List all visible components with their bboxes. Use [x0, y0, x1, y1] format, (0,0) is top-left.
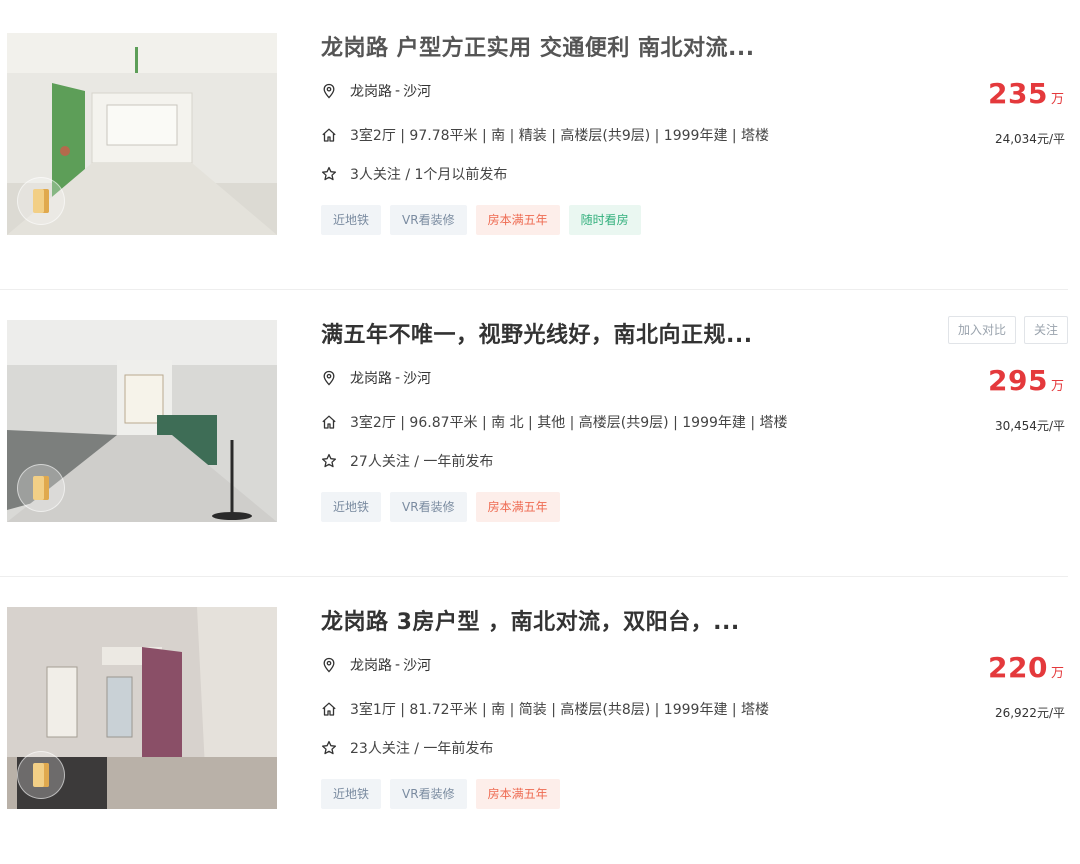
listing-info-text: 3室1厅 | 81.72平米 | 南 | 简装 | 高楼层(共8层) | 199…	[350, 702, 770, 718]
location-district-link[interactable]: 沙河	[403, 655, 431, 675]
location-pin-icon	[323, 657, 335, 673]
listing-photo[interactable]	[7, 320, 277, 522]
tag-near-subway: 近地铁	[321, 205, 382, 235]
listing-info-text: 3室2厅 | 97.78平米 | 南 | 精装 | 高楼层(共9层) | 199…	[350, 128, 770, 144]
listing-card: 满五年不唯一，视野光线好，南北向正规... 加入对比 关注 龙岗路 - 沙河 3…	[0, 287, 1080, 577]
listing-follow-text: 27人关注 / 一年前发布	[350, 454, 494, 470]
house-icon	[322, 702, 336, 716]
location-district-link[interactable]: 沙河	[403, 368, 431, 388]
location-area-link[interactable]: 龙岗路	[350, 655, 392, 675]
total-price: 220 万	[988, 651, 1064, 684]
star-icon	[321, 166, 337, 181]
unit-price: 24,034元/平	[994, 132, 1065, 146]
tag-five-years: 房本满五年	[475, 492, 560, 522]
tag-five-years: 房本满五年	[475, 779, 560, 809]
star-icon	[321, 740, 337, 755]
tag-vr-decoration: VR看装修	[390, 205, 467, 235]
vr-badge-icon[interactable]	[17, 177, 65, 225]
listing-follow-text: 23人关注 / 一年前发布	[350, 741, 494, 757]
listing-card: 龙岗路 3房户型 ，南北对流，双阳台，... 龙岗路 - 沙河 3室1厅 | 8…	[0, 574, 1080, 864]
listing-tags: 近地铁 VR看装修 房本满五年	[321, 779, 560, 809]
location-separator: -	[395, 370, 401, 386]
listing-photo[interactable]	[7, 33, 277, 235]
listing-info-text: 3室2厅 | 96.87平米 | 南 北 | 其他 | 高楼层(共9层) | 1…	[350, 415, 788, 431]
tag-near-subway: 近地铁	[321, 492, 382, 522]
total-price: 295 万	[988, 364, 1064, 397]
listing-location: 龙岗路 - 沙河	[321, 81, 431, 101]
total-price-unit: 万	[1050, 666, 1064, 681]
listing-location: 龙岗路 - 沙河	[321, 655, 431, 675]
listing-card: 龙岗路 户型方正实用 交通便利 南北对流... 龙岗路 - 沙河 3室2厅 | …	[0, 0, 1080, 290]
vr-badge-icon[interactable]	[17, 751, 65, 799]
listing-tags: 近地铁 VR看装修 房本满五年	[321, 492, 560, 522]
vr-badge-icon[interactable]	[17, 464, 65, 512]
listing-actions: 加入对比 关注	[947, 316, 1068, 344]
follow-button[interactable]: 关注	[1023, 316, 1068, 344]
listing-follow: 27人关注 / 一年前发布	[321, 451, 493, 471]
location-district-link[interactable]: 沙河	[403, 81, 431, 101]
total-price-unit: 万	[1050, 379, 1064, 394]
location-area-link[interactable]: 龙岗路	[350, 368, 392, 388]
house-icon	[322, 415, 336, 429]
listing-location: 龙岗路 - 沙河	[321, 368, 431, 388]
listing-info: 3室2厅 | 97.78平米 | 南 | 精装 | 高楼层(共9层) | 199…	[321, 125, 769, 145]
tag-five-years: 房本满五年	[475, 205, 560, 235]
total-price-value: 220	[988, 651, 1048, 684]
house-icon	[322, 128, 336, 142]
listing-info: 3室2厅 | 96.87平米 | 南 北 | 其他 | 高楼层(共9层) | 1…	[321, 412, 788, 432]
tag-vr-decoration: VR看装修	[390, 779, 467, 809]
listing-follow-text: 3人关注 / 1个月以前发布	[350, 167, 508, 183]
listing-follow: 3人关注 / 1个月以前发布	[321, 164, 507, 184]
total-price-value: 235	[988, 77, 1048, 110]
total-price-value: 295	[988, 364, 1048, 397]
total-price-unit: 万	[1050, 92, 1064, 107]
location-pin-icon	[323, 370, 335, 386]
location-separator: -	[395, 657, 401, 673]
listing-follow: 23人关注 / 一年前发布	[321, 738, 493, 758]
unit-price: 30,454元/平	[994, 419, 1065, 433]
location-area-link[interactable]: 龙岗路	[350, 81, 392, 101]
listing-tags: 近地铁 VR看装修 房本满五年 随时看房	[321, 205, 641, 235]
listing-title[interactable]: 龙岗路 户型方正实用 交通便利 南北对流...	[321, 30, 755, 62]
tag-near-subway: 近地铁	[321, 779, 382, 809]
listing-title[interactable]: 龙岗路 3房户型 ，南北对流，双阳台，...	[321, 604, 740, 636]
tag-vr-decoration: VR看装修	[390, 492, 467, 522]
unit-price: 26,922元/平	[994, 706, 1065, 720]
tag-anytime-viewing: 随时看房	[568, 205, 641, 235]
location-pin-icon	[323, 83, 335, 99]
listing-info: 3室1厅 | 81.72平米 | 南 | 简装 | 高楼层(共8层) | 199…	[321, 699, 769, 719]
listing-title[interactable]: 满五年不唯一，视野光线好，南北向正规...	[321, 317, 753, 349]
total-price: 235 万	[988, 77, 1064, 110]
add-to-compare-button[interactable]: 加入对比	[947, 316, 1016, 344]
location-separator: -	[395, 83, 401, 99]
listing-photo[interactable]	[7, 607, 277, 809]
star-icon	[321, 453, 337, 468]
